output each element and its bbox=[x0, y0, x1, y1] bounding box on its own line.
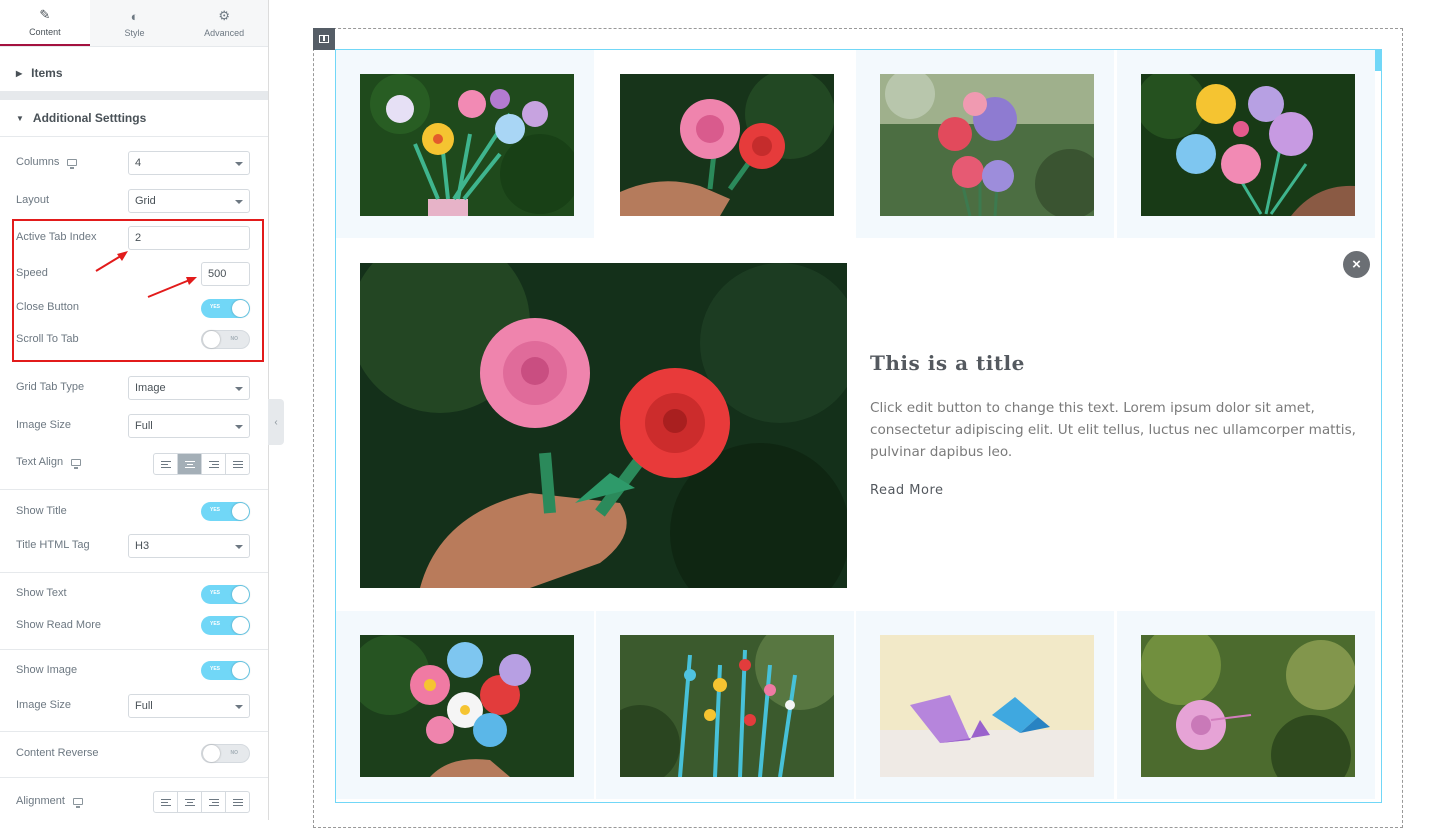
chevron-down-icon bbox=[235, 200, 243, 204]
show-text-toggle[interactable]: YES bbox=[201, 585, 250, 604]
content-image-paper-roses bbox=[360, 263, 847, 588]
preview-canvas: ✎ bbox=[285, 0, 1436, 828]
layout-label: Layout bbox=[16, 194, 50, 206]
grid-tab-type-label: Grid Tab Type bbox=[16, 381, 85, 393]
grid-tab-type-select[interactable]: Image bbox=[128, 376, 250, 400]
align-right-icon[interactable] bbox=[202, 454, 226, 474]
image-size-label-2: Image Size bbox=[16, 699, 72, 711]
tab-content-panel: This is a title Click edit button to cha… bbox=[336, 239, 1381, 612]
section-title: Additional Setttings bbox=[32, 111, 147, 125]
tab-image-colorful-paper-flowers bbox=[1141, 74, 1355, 216]
caret-right-icon: ▶ bbox=[16, 68, 23, 78]
tab-image-paper-flowers-vase bbox=[360, 74, 574, 216]
read-more-link[interactable]: Read More bbox=[870, 483, 944, 498]
tab-label: Style bbox=[124, 27, 145, 38]
layout-select[interactable]: Grid bbox=[128, 189, 250, 213]
gear-icon: ⚙ bbox=[218, 8, 230, 23]
chevron-down-icon bbox=[235, 425, 243, 429]
editor-panel: ✎ Content ◐ Style ⚙ Advanced ▶ Items ▼ A… bbox=[0, 0, 269, 820]
text-align-label: Text Align bbox=[16, 456, 82, 469]
image-size-label: Image Size bbox=[16, 419, 72, 431]
title-html-tag-select[interactable]: H3 bbox=[128, 534, 250, 558]
tab-content[interactable]: ✎ Content bbox=[0, 0, 90, 46]
show-image-label: Show Image bbox=[16, 664, 78, 676]
divider bbox=[0, 731, 268, 732]
tab-image-carnations bbox=[880, 74, 1094, 216]
divider bbox=[0, 572, 268, 573]
divider bbox=[0, 649, 268, 650]
chevron-down-icon bbox=[235, 545, 243, 549]
tab-advanced[interactable]: ⚙ Advanced bbox=[179, 0, 268, 46]
align-center-icon[interactable] bbox=[178, 792, 202, 812]
grid-tab-8[interactable] bbox=[1117, 611, 1375, 799]
chevron-down-icon bbox=[235, 162, 243, 166]
title-html-tag-label: Title HTML Tag bbox=[16, 539, 90, 551]
grid-tab-4[interactable] bbox=[1117, 50, 1375, 238]
tab-image-paper-branches bbox=[620, 635, 834, 777]
annotation-arrows bbox=[95, 251, 197, 298]
align-right-icon[interactable] bbox=[202, 792, 226, 812]
alignment-group bbox=[153, 791, 250, 813]
alignment-label: Alignment bbox=[16, 795, 83, 808]
section-additional-settings[interactable]: ▼ Additional Setttings bbox=[0, 100, 268, 136]
tab-image-daisy-bouquet bbox=[360, 635, 574, 777]
section-title: Items bbox=[31, 66, 63, 80]
divider bbox=[0, 489, 268, 490]
align-justify-icon[interactable] bbox=[226, 454, 249, 474]
tab-image-hibiscus bbox=[1141, 635, 1355, 777]
section-gap bbox=[0, 91, 268, 100]
grid-tab-5[interactable] bbox=[336, 611, 594, 799]
desktop-icon bbox=[67, 158, 78, 169]
image-size-select[interactable]: Full bbox=[128, 414, 250, 438]
align-center-icon[interactable] bbox=[178, 454, 202, 474]
show-image-toggle[interactable]: YES bbox=[201, 661, 250, 680]
align-justify-icon[interactable] bbox=[226, 792, 249, 812]
tab-image-paper-roses bbox=[620, 74, 834, 216]
show-text-label: Show Text bbox=[16, 587, 67, 599]
pencil-icon: ✎ bbox=[39, 7, 51, 22]
half-circle-icon: ◐ bbox=[130, 8, 139, 24]
image-size-select-2[interactable]: Full bbox=[128, 694, 250, 718]
grid-tab-2-active[interactable] bbox=[596, 50, 854, 238]
grid-tab-1[interactable] bbox=[336, 50, 594, 238]
align-left-icon[interactable] bbox=[154, 792, 178, 812]
panel-collapse-button[interactable]: ‹ bbox=[268, 399, 284, 445]
content-reverse-toggle[interactable]: NO bbox=[201, 744, 250, 763]
columns-select[interactable]: 4 bbox=[128, 151, 250, 175]
desktop-icon bbox=[72, 797, 83, 808]
tab-label: Content bbox=[29, 27, 61, 37]
section-items[interactable]: ▶ Items bbox=[0, 55, 268, 91]
caret-down-icon: ▼ bbox=[16, 113, 24, 123]
show-title-label: Show Title bbox=[16, 505, 67, 517]
close-icon[interactable]: × bbox=[1343, 251, 1370, 278]
show-title-toggle[interactable]: YES bbox=[201, 502, 250, 521]
panel-tabs: ✎ Content ◐ Style ⚙ Advanced bbox=[0, 0, 268, 47]
content-text: Click edit button to change this text. L… bbox=[870, 400, 1356, 460]
content-title: This is a title bbox=[870, 351, 1025, 375]
divider bbox=[0, 777, 268, 778]
align-left-icon[interactable] bbox=[154, 454, 178, 474]
tab-label: Advanced bbox=[204, 28, 245, 38]
divider bbox=[0, 136, 268, 137]
desktop-icon bbox=[71, 458, 82, 469]
grid-tab-3[interactable] bbox=[856, 50, 1114, 238]
tab-style[interactable]: ◐ Style bbox=[90, 0, 180, 46]
grid-tab-6[interactable] bbox=[596, 611, 854, 799]
show-read-more-toggle[interactable]: YES bbox=[201, 616, 250, 635]
text-align-group bbox=[153, 453, 250, 475]
columns-label: Columns bbox=[16, 156, 78, 169]
grid-tab-7[interactable] bbox=[856, 611, 1114, 799]
show-read-more-label: Show Read More bbox=[16, 619, 101, 631]
chevron-down-icon bbox=[235, 705, 243, 709]
content-reverse-label: Content Reverse bbox=[16, 747, 99, 759]
section-handle-icon[interactable] bbox=[313, 28, 335, 50]
chevron-down-icon bbox=[235, 387, 243, 391]
tab-image-origami-birds bbox=[880, 635, 1094, 777]
chevron-left-icon: ‹ bbox=[274, 416, 278, 428]
